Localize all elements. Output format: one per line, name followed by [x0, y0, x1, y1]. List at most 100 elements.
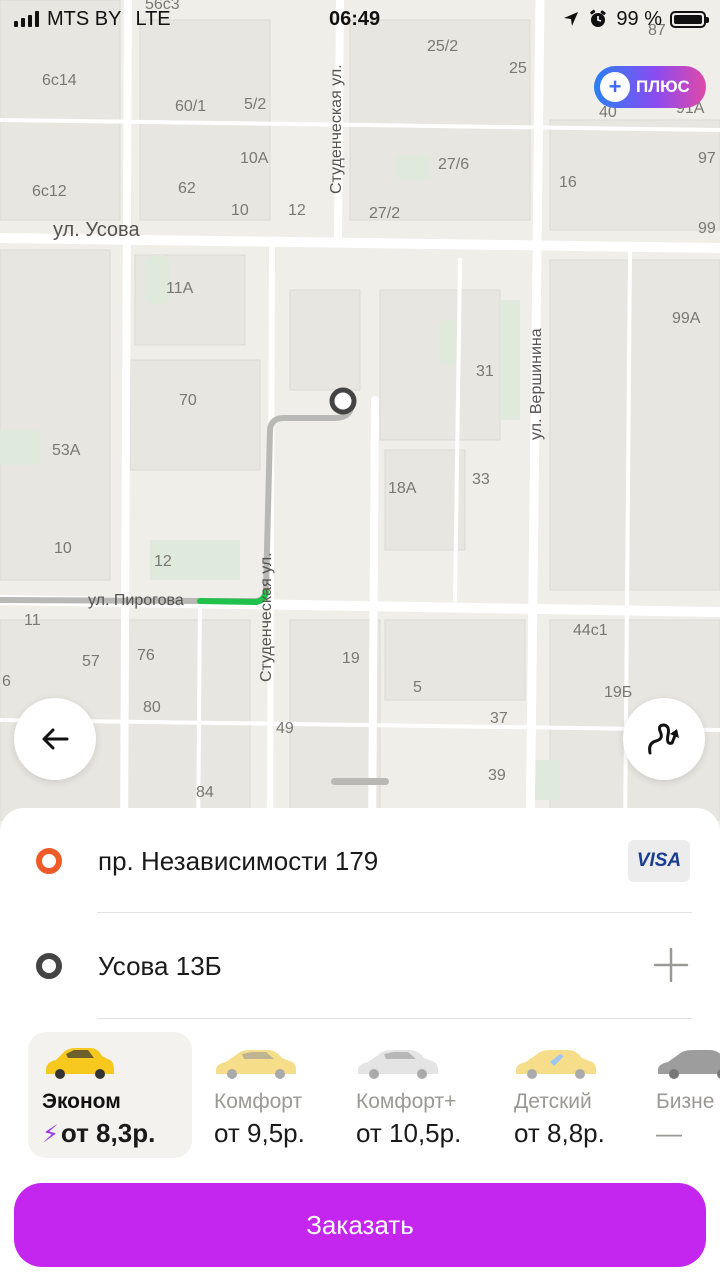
building-number: 44с1 [573, 622, 608, 639]
building-number: 76 [137, 647, 155, 664]
building-number: 84 [196, 784, 214, 801]
building-number: 80 [143, 699, 161, 716]
building-number: 70 [179, 392, 197, 409]
business-car-icon [658, 1050, 720, 1079]
building-number: 53А [52, 442, 81, 459]
tariff-comfort-plus[interactable]: Комфорт+ от 10,5р. [342, 1032, 506, 1158]
signal-icon [14, 11, 39, 27]
address-divider [97, 912, 692, 913]
alarm-icon [590, 9, 607, 27]
map-base [0, 0, 720, 840]
econom-car-icon [46, 1048, 114, 1079]
battery-percent: 99 % [616, 7, 662, 30]
tariff-carousel[interactable]: Эконом ⚡от 8,3р. Комфорт от 9,5р. Комфор… [0, 1032, 720, 1160]
battery-fill [674, 14, 702, 24]
tariff-name: Комфорт+ [356, 1090, 457, 1113]
tariff-kids[interactable]: Детский от 8,8р. [500, 1032, 664, 1158]
origin-address: пр. Независимости 179 [98, 846, 379, 876]
plus-badge[interactable]: + ПЛЮС [594, 66, 706, 108]
building-number: 6с14 [42, 72, 77, 89]
building-number: 10А [240, 150, 269, 167]
street-label-studencheskaya-top: Студенческая ул. [328, 64, 345, 194]
building-number: 10 [231, 202, 249, 219]
route-overview-button[interactable] [623, 698, 705, 780]
surge-bolt-icon: ⚡ [42, 1121, 59, 1148]
building-number: 19Б [604, 684, 633, 701]
tariff-price-value: от 8,3р. [60, 1118, 156, 1148]
building-number: 62 [178, 180, 196, 197]
building-number: 99 [698, 220, 716, 237]
street-label-vershinina: ул. Вершинина [528, 328, 545, 440]
location-arrow-icon [564, 12, 579, 26]
tariff-econom[interactable]: Эконом ⚡от 8,3р. [28, 1032, 192, 1158]
order-button[interactable]: Заказать [14, 1183, 706, 1267]
comfort-plus-car-icon [358, 1050, 438, 1079]
building-number: 33 [472, 471, 490, 488]
street-label-usova: ул. Усова [53, 219, 140, 241]
status-left: MTS BY LTE [14, 8, 171, 31]
building-number: 39 [488, 767, 506, 784]
building-number: 11 [24, 612, 41, 629]
building-number: 6с12 [32, 183, 67, 200]
building-number: 11А [166, 280, 194, 297]
building-number: 6 [2, 673, 11, 690]
building-number: 10 [54, 540, 72, 557]
street-label-studencheskaya-bottom: Студенческая ул. [258, 552, 275, 682]
building-number: 37 [490, 710, 508, 727]
arrow-left-icon [42, 728, 69, 750]
building-number: 27/2 [369, 205, 401, 222]
destination-row[interactable]: Усова 13Б [0, 914, 720, 1018]
status-right: 99 % [562, 7, 709, 31]
building-number: 31 [476, 363, 494, 380]
comfort-car-icon [216, 1050, 296, 1079]
building-number: 49 [276, 720, 294, 737]
map[interactable]: ул. Усова Студенческая ул. Студенческая … [0, 0, 720, 840]
tariff-price: от 8,8р. [514, 1118, 605, 1148]
carrier-name: MTS BY [47, 7, 122, 30]
network-type: LTE [135, 7, 171, 30]
tariff-price: ⚡от 8,3р. [42, 1118, 178, 1149]
building-number: 16 [559, 174, 577, 191]
building-number: 5/2 [244, 96, 267, 113]
payment-method-label: VISA [636, 850, 682, 871]
building-number: 12 [288, 202, 306, 219]
tariff-name: Детский [514, 1090, 592, 1113]
origin-dot-icon [36, 848, 62, 874]
tariff-comfort[interactable]: Комфорт от 9,5р. [200, 1032, 364, 1158]
tariff-price: — [656, 1118, 682, 1148]
building-number: 27/6 [438, 156, 470, 173]
building-number: 5 [413, 679, 422, 696]
tariff-price: от 10,5р. [356, 1118, 462, 1148]
plus-logo-icon: + [600, 72, 630, 102]
building-number: 57 [82, 653, 100, 670]
origin-row[interactable]: пр. Независимости 179 [0, 808, 720, 912]
payment-visa-button[interactable]: VISA [628, 840, 690, 882]
building-number: 19 [342, 650, 360, 667]
building-number: 25 [509, 60, 527, 77]
back-button[interactable] [14, 698, 96, 780]
status-bar: MTS BY LTE 06:49 99 % [0, 0, 720, 38]
tariff-price: от 9,5р. [214, 1118, 305, 1148]
plus-badge-label: ПЛЮС [636, 77, 690, 96]
tariff-name: Бизне [656, 1090, 715, 1113]
add-stop-plus-icon[interactable] [652, 946, 690, 984]
building-number: 12 [154, 553, 172, 570]
route-icon [648, 723, 679, 755]
building-number: 25/2 [427, 38, 459, 55]
kids-car-icon [516, 1050, 596, 1079]
address-divider [97, 1018, 692, 1019]
order-button-label: Заказать [306, 1209, 414, 1240]
tariff-business[interactable]: Бизне — [642, 1032, 720, 1158]
building-number: 18А [388, 480, 417, 497]
tariff-name: Комфорт [214, 1090, 303, 1113]
building-number: 60/1 [175, 98, 207, 115]
street-label-pirogova: ул. Пирогова [88, 592, 184, 609]
building-number: 99А [672, 310, 701, 327]
sheet-handle[interactable] [331, 778, 389, 785]
clock: 06:49 [329, 7, 381, 30]
tariff-name: Эконом [42, 1090, 121, 1113]
battery-icon [670, 10, 709, 28]
building-number: 97 [698, 150, 716, 167]
destination-dot-icon [36, 953, 62, 979]
destination-address: Усова 13Б [98, 951, 222, 981]
